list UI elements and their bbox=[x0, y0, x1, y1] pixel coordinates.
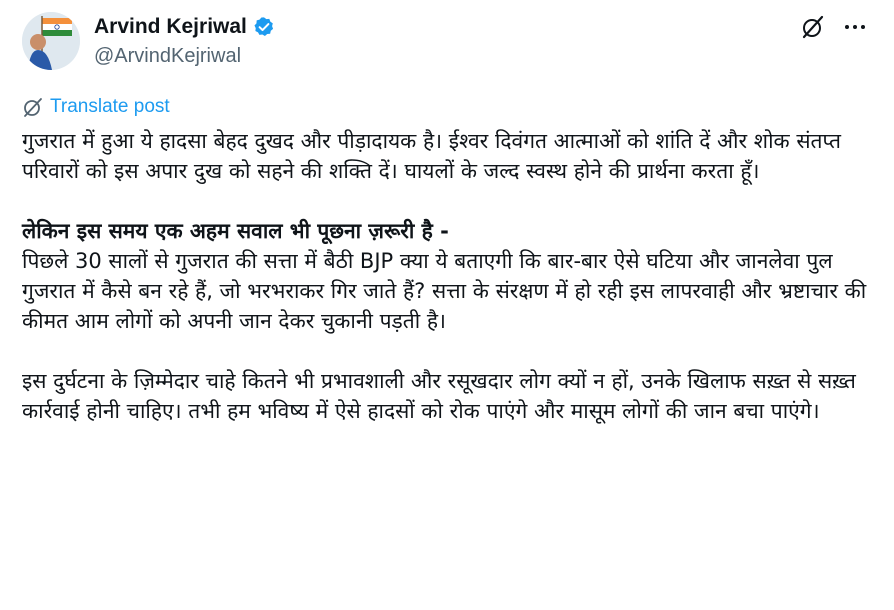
translate-post-link[interactable]: Translate post bbox=[22, 96, 170, 118]
avatar[interactable] bbox=[22, 12, 80, 70]
post-paragraph-1: गुजरात में हुआ ये हादसा बेहद दुखद और पीड… bbox=[22, 129, 841, 183]
translate-icon bbox=[22, 96, 44, 118]
grok-icon[interactable] bbox=[800, 14, 826, 40]
post-header: Arvind Kejriwal @ArvindKejriwal bbox=[22, 12, 872, 72]
verified-badge-icon[interactable] bbox=[253, 16, 275, 38]
author-handle[interactable]: @ArvindKejriwal bbox=[94, 45, 275, 68]
translate-label: Translate post bbox=[50, 96, 170, 117]
post-text: गुजरात में हुआ ये हादसा बेहद दुखद और पीड… bbox=[22, 126, 880, 456]
post-heading: लेकिन इस समय एक अहम सवाल भी पूछना ज़रूरी… bbox=[22, 219, 449, 243]
post-paragraph-3: इस दुर्घटना के ज़िम्मेदार चाहे कितने भी … bbox=[22, 369, 856, 423]
post-paragraph-2: पिछले 30 सालों से गुजरात की सत्ता में बै… bbox=[22, 249, 867, 333]
avatar-image bbox=[22, 12, 80, 70]
author-identity: Arvind Kejriwal @ArvindKejriwal bbox=[94, 14, 275, 68]
name-row: Arvind Kejriwal bbox=[94, 14, 275, 40]
header-actions bbox=[800, 14, 868, 40]
author-name[interactable]: Arvind Kejriwal bbox=[94, 15, 247, 39]
more-options-icon[interactable] bbox=[842, 14, 868, 40]
